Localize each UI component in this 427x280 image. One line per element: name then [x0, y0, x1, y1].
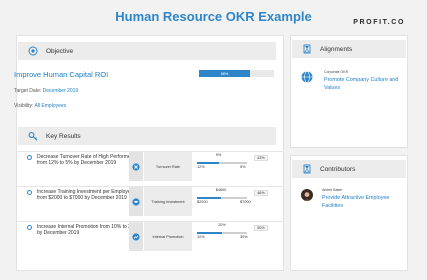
objective-progress-bar: 68% — [199, 70, 274, 77]
hourglass-icon — [302, 44, 312, 54]
key-result-row[interactable]: Decrease Turnover Rate of High Performer… — [16, 151, 284, 181]
visibility-value[interactable]: All Employees — [34, 103, 66, 109]
key-result-start: 12% — [197, 165, 205, 169]
key-result-start: $2000 — [197, 200, 208, 204]
alignment-kind: Corporate OKR — [324, 70, 349, 74]
bullet-icon — [27, 190, 32, 195]
key-result-progress-fill — [197, 197, 221, 199]
target-date-value: December 2019 — [42, 88, 79, 94]
bullet-icon — [27, 155, 32, 160]
key-result-metric-name: Internal Promotion — [144, 222, 192, 251]
key-result-metric-name: Turnover Rate — [144, 152, 192, 181]
target-date: Target Date: December 2019 — [14, 88, 78, 94]
alignments-header: Alignments — [292, 40, 406, 58]
avatar[interactable] — [301, 189, 313, 201]
trend-up-icon — [129, 222, 143, 251]
key-result-end: 5% — [240, 165, 246, 169]
cross-icon — [129, 152, 143, 181]
graduation-cap-icon — [129, 187, 143, 216]
key-result-metric-name: Training Investment — [144, 187, 192, 216]
key-result-row[interactable]: Increase Training Investment per Employe… — [16, 186, 284, 216]
target-date-label: Target Date: — [14, 88, 42, 94]
contributors-section-label: Contributors — [320, 165, 356, 173]
objective-section-label: Objective — [46, 47, 74, 55]
alignment-link[interactable]: Promote Company Culture and Values — [324, 77, 402, 92]
contributor-name: Amber Baker — [322, 188, 343, 192]
key-result-text: Decrease Turnover Rate of High Performer… — [37, 154, 135, 167]
key-icon — [28, 131, 38, 141]
key-result-start: 10% — [197, 235, 205, 239]
contributors-header: Contributors — [292, 160, 406, 178]
objective-header: Objective — [18, 42, 276, 60]
key-result-current: 9% — [215, 153, 222, 157]
key-result-progress-fill — [197, 162, 219, 164]
key-result-progress-badge: 43% — [254, 155, 268, 161]
visibility-label: Visibility: — [14, 103, 34, 109]
alignments-section-label: Alignments — [320, 45, 353, 53]
bullet-icon — [27, 225, 32, 230]
key-result-row[interactable]: Increase Internal Promotion from 10% to … — [16, 221, 284, 251]
key-result-text: Increase Training Investment per Employe… — [37, 189, 134, 202]
key-result-progress-track — [197, 232, 247, 234]
visibility: Visibility: All Employees — [14, 103, 66, 109]
brand-logo: PROFIT.CO — [353, 19, 405, 26]
key-result-end: $7000 — [240, 200, 251, 204]
contributor-link[interactable]: Provide Attractive Employee Facilities — [322, 195, 404, 210]
key-result-end: 30% — [240, 235, 248, 239]
key-results-header: Key Results — [18, 127, 276, 145]
globe-icon — [301, 70, 313, 88]
target-icon — [28, 46, 38, 56]
objective-progress-fill: 68% — [199, 70, 250, 77]
objective-title[interactable]: Improve Human Capital ROI — [14, 70, 108, 79]
key-result-current: 20% — [218, 223, 226, 227]
key-result-progress-fill — [197, 232, 222, 234]
key-result-current: $4600 — [215, 188, 227, 192]
key-result-progress-badge: 48% — [254, 190, 268, 196]
key-result-progress-track — [197, 162, 247, 164]
hourglass-icon — [302, 164, 312, 174]
key-result-progress-track — [197, 197, 247, 199]
key-result-progress-badge: 50% — [254, 225, 268, 231]
key-results-section-label: Key Results — [46, 132, 81, 140]
key-result-text: Increase Internal Promotion from 10% to … — [37, 224, 139, 237]
